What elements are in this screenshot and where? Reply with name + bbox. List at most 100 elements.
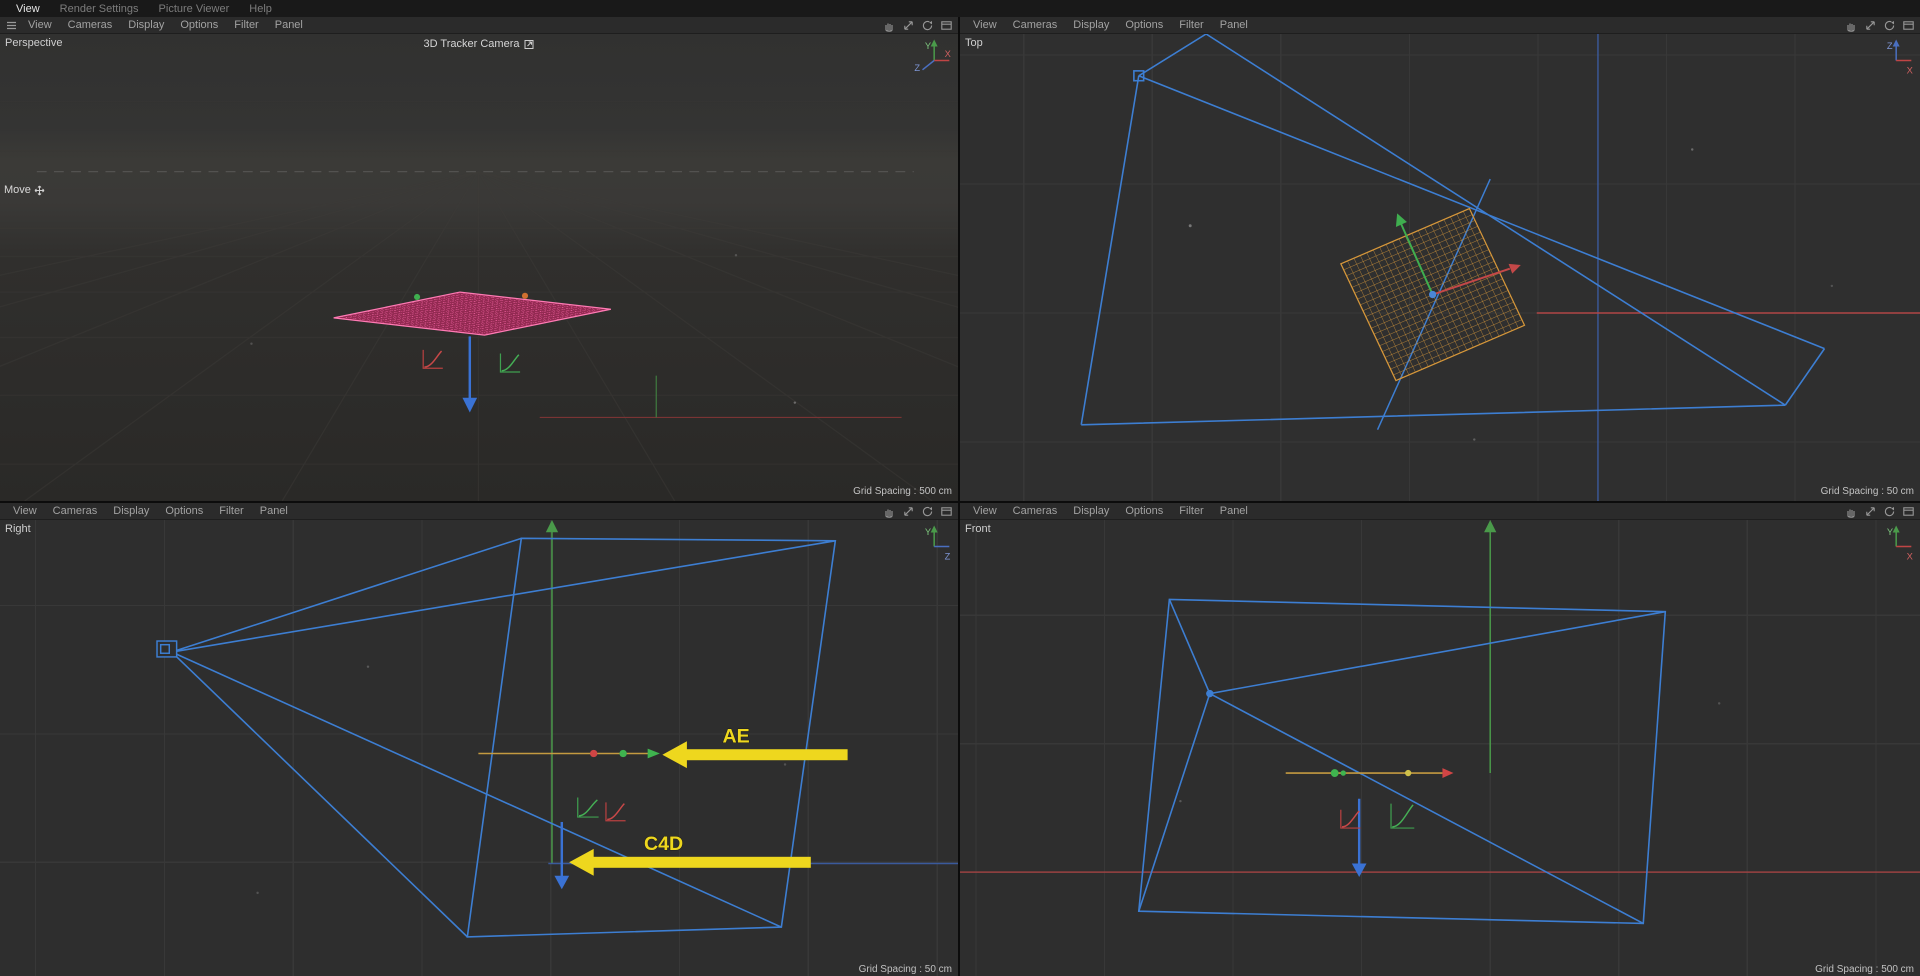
menu-display[interactable]: Display [105,505,157,517]
axis-orientation-widget[interactable]: Y Z [912,522,954,564]
menu-view[interactable]: View [965,19,1005,31]
ae-annotation-text: AE [722,726,749,748]
menu-options[interactable]: Options [1117,505,1171,517]
axis-label-y: Y [925,527,932,537]
viewport-right: View Cameras Display Options Filter Pane… [0,503,958,976]
rotate-view-icon[interactable] [1883,19,1896,32]
axis-label-z: Z [914,63,920,73]
menu-panel[interactable]: Panel [267,19,311,31]
menu-cameras[interactable]: Cameras [1005,505,1066,517]
menu-display[interactable]: Display [120,19,172,31]
plane-orange-handle[interactable] [521,292,529,299]
menu-cameras[interactable]: Cameras [1005,19,1066,31]
axis-label-x: X [1907,551,1914,561]
gizmo-green-dot[interactable] [1330,769,1339,777]
grid-spacing-label: Grid Spacing : 500 cm [1815,964,1914,975]
menu-options[interactable]: Options [172,19,226,31]
menu-panel[interactable]: Panel [1212,505,1256,517]
top-scene[interactable] [960,34,1920,501]
menu-view[interactable]: View [5,505,45,517]
zoom-view-icon[interactable] [902,505,915,518]
right-menubar: View Cameras Display Options Filter Pane… [0,503,958,520]
rotate-view-icon[interactable] [1883,505,1896,518]
c4d-annotation-text: C4D [644,833,683,855]
gizmo-yellow-dot[interactable] [1404,769,1412,777]
perspective-canvas[interactable]: Perspective 3D Tracker Camera Move Grid … [0,34,958,501]
rotate-view-icon[interactable] [921,505,934,518]
menu-filter[interactable]: Filter [1171,19,1211,31]
pan-view-icon[interactable] [1845,19,1858,32]
axis-label-y: Y [925,41,932,51]
menu-filter[interactable]: Filter [226,19,266,31]
menu-display[interactable]: Display [1065,505,1117,517]
viewport-name-label: Front [965,523,991,535]
camera-tag-icon [524,39,534,49]
menu-hamburger-icon[interactable] [5,19,18,32]
active-camera-label[interactable]: 3D Tracker Camera [424,38,535,50]
right-scene[interactable]: AE C4D [0,520,958,976]
perspective-scene[interactable] [0,34,958,501]
right-canvas[interactable]: AE C4D Right Grid Spacing : 50 cm Y Z [0,520,958,976]
grid-spacing-label: Grid Spacing : 500 cm [853,486,952,497]
tool-hint-text: Move [4,184,31,196]
axis-orientation-widget[interactable]: Z X [1874,36,1916,78]
axis-label-z: Z [1887,41,1893,51]
grid-spacing-label: Grid Spacing : 50 cm [1820,486,1914,497]
menu-panel[interactable]: Panel [1212,19,1256,31]
camera-label-text: 3D Tracker Camera [423,38,520,50]
gizmo-green-dot[interactable] [619,749,627,758]
perspective-menubar: View Cameras Display Options Filter Pane… [0,17,958,34]
zoom-view-icon[interactable] [1864,19,1877,32]
pan-view-icon[interactable] [1845,505,1858,518]
menu-options[interactable]: Options [1117,19,1171,31]
c4d-quad-viewport-window: View Render Settings Picture Viewer Help… [0,0,1920,976]
menu-view[interactable]: View [20,19,60,31]
rotate-view-icon[interactable] [921,19,934,32]
toggle-view-icon[interactable] [940,19,953,32]
camera-icon[interactable] [156,640,178,658]
pan-view-icon[interactable] [883,505,896,518]
front-canvas[interactable]: Front Grid Spacing : 500 cm Y X [960,520,1920,976]
front-menubar: View Cameras Display Options Filter Pane… [960,503,1920,520]
pan-view-icon[interactable] [883,19,896,32]
gizmo-red-dot[interactable] [590,749,598,758]
top-canvas[interactable]: Top Grid Spacing : 50 cm Z X [960,34,1920,501]
axis-label-y: Y [1887,527,1894,537]
toggle-view-icon[interactable] [1902,19,1915,32]
menu-cameras[interactable]: Cameras [45,505,106,517]
toggle-view-icon[interactable] [1902,505,1915,518]
axis-orientation-widget[interactable]: Y X Z [912,36,954,78]
toggle-view-icon[interactable] [940,505,953,518]
plane-center-point[interactable] [1428,290,1437,299]
menu-view[interactable]: View [965,505,1005,517]
viewport-perspective: View Cameras Display Options Filter Pane… [0,17,958,501]
viewport-name-label: Perspective [5,37,63,49]
viewport-name-label: Top [965,37,983,49]
front-scene[interactable] [960,520,1920,976]
menu-filter[interactable]: Filter [211,505,251,517]
menu-cameras[interactable]: Cameras [60,19,121,31]
axis-label-z: Z [945,551,951,561]
global-menu-view[interactable]: View [6,3,50,15]
menu-filter[interactable]: Filter [1171,505,1211,517]
right-background [0,520,958,976]
menu-panel[interactable]: Panel [252,505,296,517]
menu-options[interactable]: Options [157,505,211,517]
axis-label-x: X [1907,65,1914,75]
zoom-view-icon[interactable] [902,19,915,32]
active-tool-hint: Move [4,184,45,196]
global-menu-render-settings[interactable]: Render Settings [50,3,149,15]
move-tool-icon [34,185,45,195]
axis-orientation-widget[interactable]: Y X [1874,522,1916,564]
grid-spacing-label: Grid Spacing : 50 cm [858,964,952,975]
plane-green-handle[interactable] [413,293,421,301]
global-menu-picture-viewer[interactable]: Picture Viewer [149,3,240,15]
axis-label-x: X [945,49,952,59]
menu-display[interactable]: Display [1065,19,1117,31]
gizmo-green-dot-small[interactable] [1340,770,1346,776]
global-menu-help[interactable]: Help [239,3,282,15]
zoom-view-icon[interactable] [1864,505,1877,518]
camera-icon[interactable] [1206,689,1214,698]
viewport-top: View Cameras Display Options Filter Pane… [960,17,1920,501]
top-menubar: View Cameras Display Options Filter Pane… [960,17,1920,34]
